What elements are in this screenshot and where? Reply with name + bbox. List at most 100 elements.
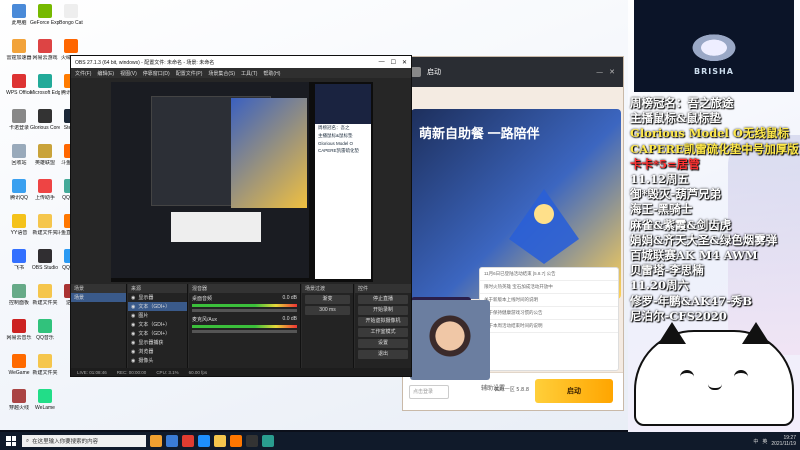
screen: 此电脑 雷霆加速器 WPS Office 卡诺登录 回收站 腾讯QQ YY语音 飞书 控制面板网… (0, 0, 800, 450)
source-item[interactable]: ◉ 显示器捕获 (128, 338, 187, 347)
mixer-channel-name: 麦克风/Aux (192, 317, 218, 323)
obs-menu-item[interactable]: 文件(F) (75, 70, 91, 77)
transition-duration-input[interactable]: 300 ms (305, 306, 350, 315)
minimize-icon[interactable]: — (596, 68, 603, 76)
obs-menu-item[interactable]: 帮助(H) (263, 70, 280, 77)
taskbar-app-icon[interactable] (150, 435, 162, 447)
desktop-icon[interactable]: QQ音乐 (30, 319, 60, 353)
close-icon[interactable]: ✕ (609, 68, 615, 76)
sponsor-line: 百城联赛AK M4 AWM (630, 248, 758, 263)
transitions-dock: 场景过渡 渐变 300 ms (302, 284, 354, 376)
banner-character-art (509, 189, 579, 264)
clock[interactable]: 19:27 2021/11/19 (771, 435, 796, 447)
eye-icon[interactable]: ◉ (131, 295, 135, 301)
launcher-tab-title[interactable]: 启动 (427, 67, 441, 77)
source-item[interactable]: ◉ 文本（GDI+） (128, 329, 187, 338)
search-icon: ⌕ (26, 437, 30, 444)
desktop-app-icon (12, 144, 26, 158)
taskbar-app-icon[interactable] (166, 435, 178, 447)
taskbar-app-icon[interactable] (182, 435, 194, 447)
desktop-icon[interactable]: WeLame (30, 389, 60, 423)
eye-icon[interactable]: ◉ (131, 331, 135, 337)
source-item[interactable]: ◉ 文本（GDI+） (128, 302, 187, 311)
sponsor-line: 贝雷塔-李思楠 (630, 263, 704, 278)
login-field[interactable]: 点击登录 (409, 385, 449, 399)
start-button[interactable] (4, 434, 18, 448)
source-label: 浏览器 (138, 349, 154, 355)
source-label: 文本（GDI+） (138, 322, 171, 328)
source-label: 显示器 (138, 295, 154, 301)
desktop-app-icon (38, 179, 52, 193)
taskbar-app-icon[interactable] (230, 435, 242, 447)
launcher-home-icon[interactable] (411, 67, 421, 77)
status-item: REC: 00:00:00 (116, 369, 147, 375)
bongo-cat-icon (634, 322, 794, 426)
control-button[interactable]: 停止直播 (358, 295, 408, 304)
obs-menu-item[interactable]: 配置文件(P) (176, 70, 203, 77)
obs-preview[interactable]: 周榜冠名：吾之 主播鼠标&鼠标垫 Glorious Model O CAPERE… (111, 82, 373, 282)
source-label: 摄像头 (138, 358, 154, 364)
launcher-titlebar: 启动 — ✕ (403, 57, 623, 87)
desktop-app-icon (12, 249, 26, 263)
server-version[interactable]: 四叶一区 5.8.8 (495, 386, 529, 393)
desktop-icon[interactable]: 新建文件夹 (30, 354, 60, 388)
source-item[interactable]: ◉ 图片 (128, 311, 187, 320)
news-item[interactable]: 关于新版本上线时间的说明 (480, 294, 618, 307)
control-button[interactable]: 退出 (358, 350, 408, 359)
news-item[interactable]: 关于保持健康游戏习惯的公告 (480, 307, 618, 320)
taskbar-app-icon[interactable] (262, 435, 274, 447)
obs-menu-item[interactable]: 编辑(E) (97, 70, 114, 77)
eye-icon[interactable]: ◉ (131, 340, 135, 346)
desktop-app-icon (12, 39, 26, 53)
news-item[interactable]: 11月6日已登陆活动结束 [5.8.7] 公告 (480, 268, 618, 281)
control-button[interactable]: 工作室模式 (358, 328, 408, 337)
brisha-logo: BRISHA (634, 0, 794, 92)
obs-menu-item[interactable]: 停靠窗口(D) (143, 70, 170, 77)
mixer-channel: 麦克风/Aux 0.0 dB (189, 314, 300, 335)
taskbar-app-icon[interactable] (214, 435, 226, 447)
source-item[interactable]: ◉ 摄像头 (128, 356, 187, 365)
desktop-icon[interactable]: Bongo Cat (56, 4, 86, 38)
eye-icon[interactable]: ◉ (131, 313, 135, 319)
control-button[interactable]: 开始录制 (358, 306, 408, 315)
ime-indicator[interactable]: 中 (753, 438, 758, 445)
sponsor-line: 海王-黑骑士 (630, 202, 693, 217)
eye-icon[interactable]: ◉ (131, 322, 135, 328)
desktop-app-icon (12, 74, 26, 88)
control-button[interactable]: 设置 (358, 339, 408, 348)
eye-icon[interactable]: ◉ (131, 304, 135, 310)
obs-menubar: 文件(F) 编辑(E) 视图(V) 停靠窗口(D) 配置文件(P) 场景集合(S) 工具(T… (71, 68, 411, 78)
ime-mode[interactable]: 英 (762, 438, 767, 445)
close-icon[interactable]: ✕ (402, 59, 407, 66)
volume-slider[interactable] (192, 330, 297, 333)
control-button[interactable]: 开始虚拟摄像机 (358, 317, 408, 326)
obs-menu-item[interactable]: 工具(T) (241, 70, 257, 77)
eye-icon[interactable]: ◉ (131, 358, 135, 364)
taskbar-app-icon[interactable] (246, 435, 258, 447)
obs-menu-item[interactable]: 视图(V) (120, 70, 137, 77)
preview-overlay-line: CAPERE凯雷硫化垫 (318, 148, 360, 153)
news-item[interactable]: 关于本周活动结束时间的说明 (480, 320, 618, 333)
scenes-header: 场景 (71, 284, 126, 293)
obs-menu-item[interactable]: 场景集合(S) (208, 70, 235, 77)
minimize-icon[interactable]: — (379, 59, 385, 66)
volume-slider[interactable] (192, 309, 297, 312)
scene-item[interactable]: 场景 (71, 293, 126, 302)
sources-header: 来源 (128, 284, 187, 293)
desktop-app-icon (38, 249, 52, 263)
news-item[interactable]: 限时火热英雄 宝石加成活动开放中 (480, 281, 618, 294)
preview-overlay-line: Glorious Model O (318, 141, 354, 146)
desktop-app-icon (38, 319, 52, 333)
source-item[interactable]: ◉ 浏览器 (128, 347, 187, 356)
status-item: CPU: 3.1% (156, 369, 179, 375)
source-item[interactable]: ◉ 显示器 (128, 293, 187, 302)
eye-icon[interactable]: ◉ (131, 349, 135, 355)
taskbar-app-icon[interactable] (198, 435, 210, 447)
taskbar-search[interactable]: ⌕ 在这里输入你要搜索的内容 (22, 435, 146, 447)
source-item[interactable]: ◉ 文本（GDI+） (128, 320, 187, 329)
transition-type-select[interactable]: 渐变 (305, 295, 350, 304)
start-game-button[interactable]: 启动 (535, 379, 613, 403)
maximize-icon[interactable]: ☐ (391, 59, 396, 66)
desktop-app-icon (12, 389, 26, 403)
news-panel: 11月6日已登陆活动结束 [5.8.7] 公告 限时火热英雄 宝石加成活动开放中关… (479, 267, 619, 371)
